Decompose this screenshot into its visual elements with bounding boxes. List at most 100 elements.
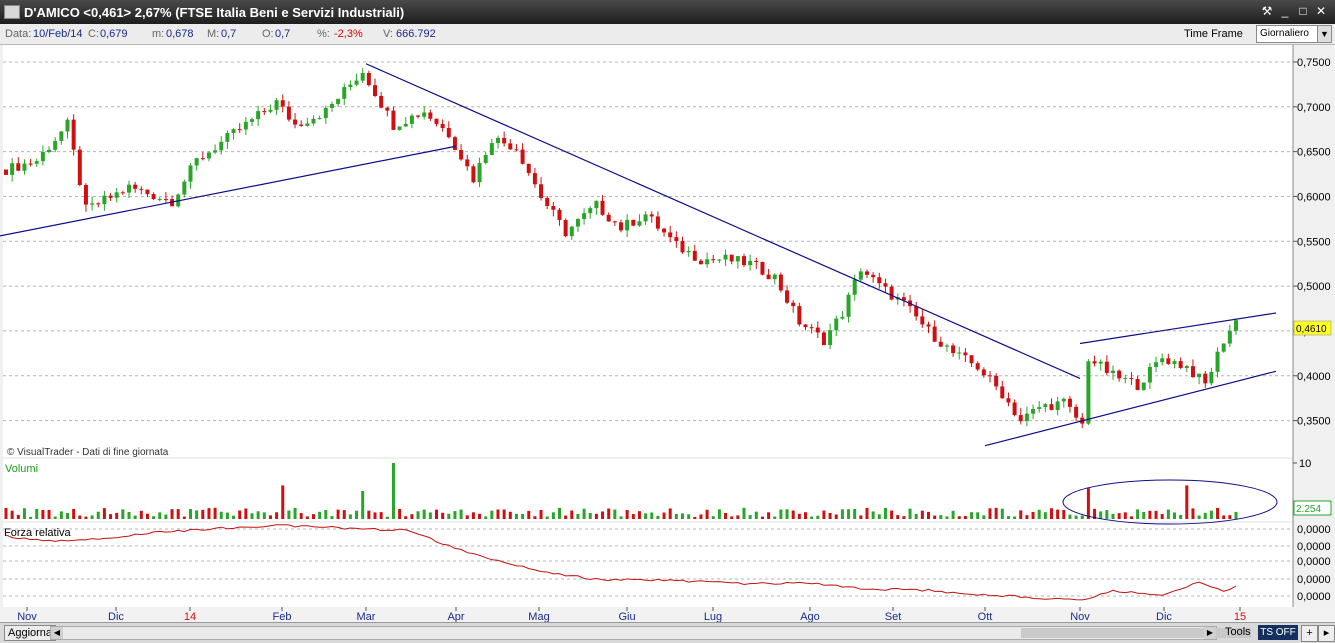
volume-bar xyxy=(711,516,715,519)
volume-bar xyxy=(539,509,543,519)
candle-body xyxy=(182,181,187,195)
min-label: m: xyxy=(152,28,165,40)
close-button[interactable]: ✕ xyxy=(1312,3,1330,20)
maximize-button[interactable]: □ xyxy=(1294,3,1312,20)
scroll-thumb[interactable] xyxy=(1021,628,1251,638)
volume-bar xyxy=(662,512,666,519)
volume-bar xyxy=(724,512,728,519)
candle-body xyxy=(16,163,21,171)
zoom-in-button[interactable]: + xyxy=(1301,625,1318,642)
volume-bar xyxy=(1056,509,1060,519)
max-value: 0,7 xyxy=(221,28,237,40)
volume-bar xyxy=(268,515,272,519)
scroll-right-icon[interactable]: ▶ xyxy=(1204,627,1216,639)
volume-bar xyxy=(225,512,229,519)
candle-body xyxy=(157,198,162,200)
candle-body xyxy=(963,352,968,356)
volume-bar xyxy=(164,514,168,519)
x-axis-strip xyxy=(0,607,1335,622)
candle-body xyxy=(1055,401,1060,411)
candle-body xyxy=(846,294,851,317)
candle-body xyxy=(889,286,894,300)
volume-bar xyxy=(244,508,248,519)
volume-bar xyxy=(96,511,100,519)
volume-bar xyxy=(564,515,568,519)
candle-body xyxy=(662,228,667,233)
candle-body xyxy=(65,119,70,132)
candle-body xyxy=(551,206,556,210)
volume-bar xyxy=(318,511,322,519)
candle-body xyxy=(77,149,82,185)
time-frame-dropdown[interactable]: Giornaliero ▼ xyxy=(1256,25,1332,43)
window-chart-icon xyxy=(4,5,20,19)
volume-bar xyxy=(1080,515,1084,519)
volume-bar xyxy=(238,510,242,519)
volume-bar xyxy=(207,508,211,519)
volume-bar xyxy=(742,507,746,519)
candle-body xyxy=(329,103,334,108)
candle-body xyxy=(243,121,248,130)
volume-bar xyxy=(4,508,8,519)
volume-bar xyxy=(871,511,875,519)
volume-bar xyxy=(90,515,94,519)
candle-body xyxy=(637,221,642,226)
candle-body xyxy=(938,341,943,347)
candle-body xyxy=(871,274,876,278)
volume-bar xyxy=(816,515,820,519)
price-tick-label: 0,5000 xyxy=(1297,281,1331,293)
next-button[interactable]: ▸ xyxy=(1318,625,1335,642)
x-tick-label: Ott xyxy=(978,611,993,622)
candle-body xyxy=(969,355,974,364)
max-label: M: xyxy=(207,28,220,40)
volume-bar xyxy=(607,508,611,519)
candle-body xyxy=(354,80,359,85)
candle-body xyxy=(539,184,544,198)
volume-bar xyxy=(72,508,76,519)
volume-bar xyxy=(84,516,88,519)
candle-body xyxy=(213,150,218,153)
candle-body xyxy=(520,149,525,164)
chart-area[interactable]: 0,75000,70000,65000,60000,55000,50000,45… xyxy=(0,45,1335,622)
candle-body xyxy=(34,161,39,164)
candle-body xyxy=(582,213,587,219)
candle-body xyxy=(717,259,722,261)
volume-bar xyxy=(625,509,629,519)
ts-off-button[interactable]: TS OFF xyxy=(1258,625,1298,640)
volume-bar xyxy=(1025,515,1029,519)
x-tick-label: Mag xyxy=(528,611,549,622)
time-scrollbar[interactable]: ◀ ▶ xyxy=(50,626,1251,640)
candle-body xyxy=(305,123,310,126)
volume-bar xyxy=(810,516,814,519)
volume-bar xyxy=(373,512,377,519)
volume-bar xyxy=(287,510,291,519)
candle-body xyxy=(120,192,125,194)
volume-bar xyxy=(324,510,328,519)
candle-body xyxy=(108,195,113,198)
volume-bar xyxy=(152,516,156,519)
x-tick-label: Dic xyxy=(108,611,124,622)
volume-bar xyxy=(189,509,192,519)
candle-body xyxy=(631,219,636,226)
tools-icon[interactable]: ⚒ xyxy=(1258,3,1276,20)
volume-bar xyxy=(521,514,525,519)
volume-tick-label: 10 xyxy=(1299,458,1311,470)
refresh-button[interactable]: Aggiorna xyxy=(4,625,57,641)
minimize-button[interactable]: _ xyxy=(1276,3,1294,20)
candle-body xyxy=(268,109,273,112)
candle-body xyxy=(1000,386,1005,399)
candle-body xyxy=(1184,366,1189,368)
volume-bar xyxy=(293,507,297,519)
volume-bar xyxy=(933,515,937,519)
candle-body xyxy=(1227,330,1232,344)
chevron-down-icon[interactable]: ▼ xyxy=(1317,26,1331,42)
candle-body xyxy=(452,137,457,150)
candle-body xyxy=(1215,351,1220,372)
scroll-left-icon[interactable]: ◀ xyxy=(51,627,63,639)
tools-button[interactable]: Tools xyxy=(1222,625,1254,639)
volume-bar xyxy=(957,516,961,519)
volume-bar xyxy=(1006,516,1010,519)
open-label: O: xyxy=(262,28,274,40)
volume-bar xyxy=(250,513,254,519)
candle-body xyxy=(206,152,211,159)
candle-body xyxy=(47,149,52,153)
